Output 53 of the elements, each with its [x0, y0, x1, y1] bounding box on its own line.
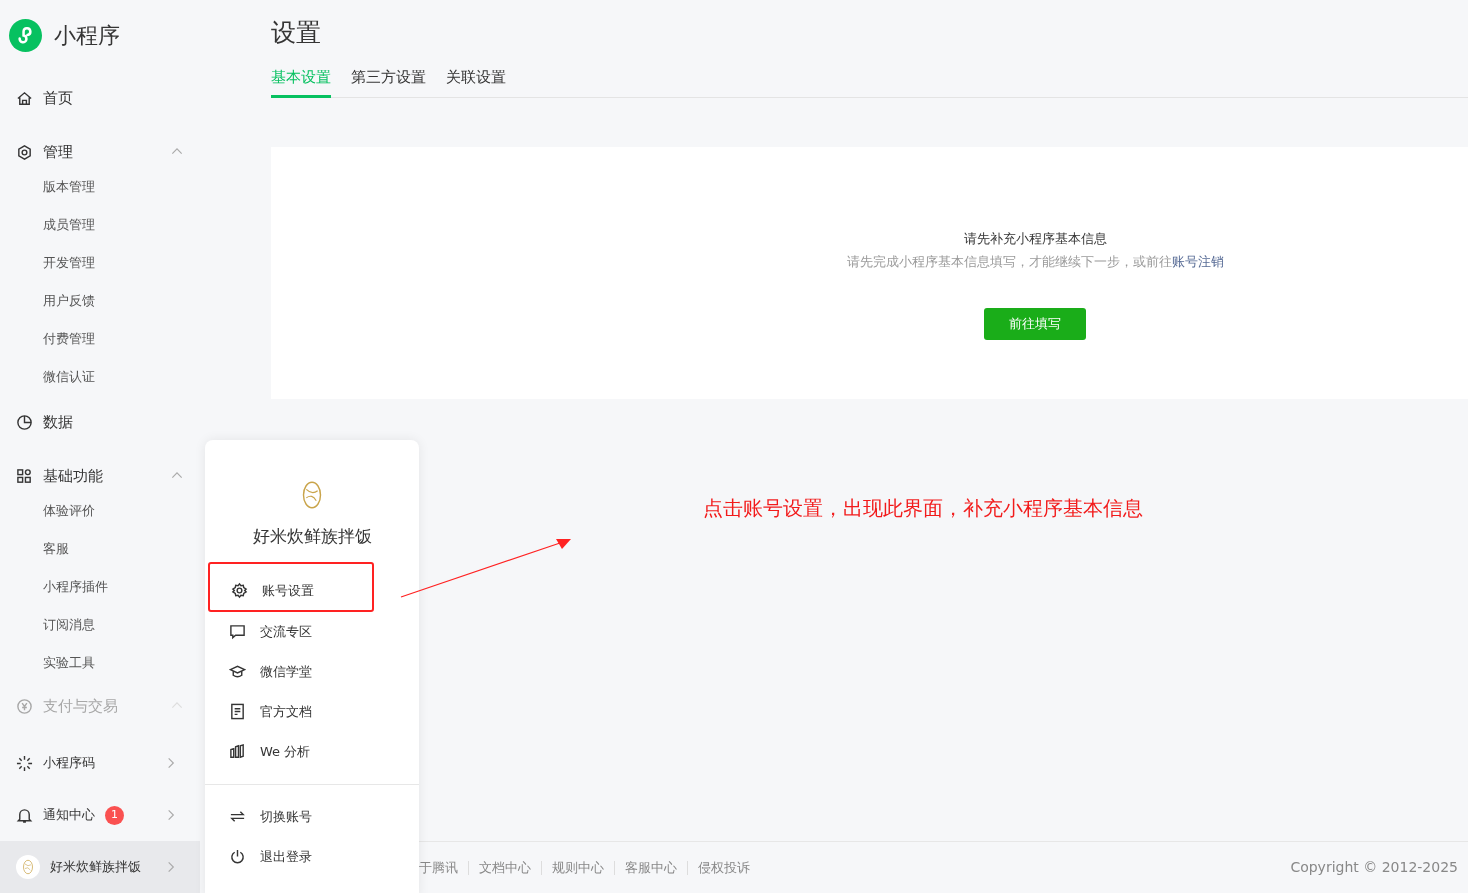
- yen-icon: [16, 697, 33, 715]
- sidebar-item[interactable]: 首页: [0, 86, 200, 110]
- notice-title: 请先补充小程序基本信息: [963, 229, 1107, 248]
- sidebar-subitem[interactable]: 付费管理: [0, 320, 200, 358]
- menu-item[interactable]: 交流专区: [205, 611, 419, 652]
- graduation-cap-icon: [229, 663, 246, 680]
- sidebar-subitem[interactable]: 成员管理: [0, 206, 200, 244]
- brand-title: 小程序: [54, 21, 120, 50]
- menu-item[interactable]: 退出登录: [205, 836, 419, 877]
- annotation-text: 点击账号设置，出现此界面，补充小程序基本信息: [703, 495, 1143, 522]
- menu-item[interactable]: 账号设置: [208, 561, 374, 612]
- sidebar-subitem[interactable]: 用户反馈: [0, 282, 200, 320]
- sidebar-subitem[interactable]: 小程序插件: [0, 568, 200, 606]
- menu-item[interactable]: 官方文档: [205, 691, 419, 732]
- sidebar-item[interactable]: 数据: [0, 410, 200, 434]
- page-title: 设置: [271, 18, 322, 48]
- copyright-text: Copyright © 2012-2025: [1290, 858, 1458, 877]
- account-cancel-link[interactable]: 账号注销: [1171, 254, 1224, 269]
- sidebar-subitem[interactable]: 实验工具: [0, 644, 200, 682]
- sidebar-subitem[interactable]: 订阅消息: [0, 606, 200, 644]
- sparkle-icon: [16, 754, 33, 772]
- settings-icon: [16, 143, 33, 161]
- menu-item[interactable]: 切换账号: [205, 796, 419, 837]
- settings-icon: [231, 582, 248, 599]
- sidebar-item[interactable]: 好米炊鲜族拌饭: [0, 841, 200, 893]
- menu-item[interactable]: 微信学堂: [205, 651, 419, 692]
- bar-chart-icon: [229, 743, 246, 760]
- chat-bubble-icon: [229, 623, 246, 640]
- footer-link[interactable]: 客服中心: [614, 860, 687, 875]
- sidebar-item[interactable]: 基础功能: [0, 464, 200, 488]
- footer-link[interactable]: 规则中心: [541, 860, 614, 875]
- footer-link[interactable]: 侵权投诉: [687, 860, 760, 875]
- pie-chart-icon: [16, 413, 33, 431]
- tab[interactable]: 第三方设置: [351, 66, 426, 98]
- tab[interactable]: 关联设置: [446, 66, 506, 98]
- document-icon: [229, 703, 246, 720]
- sidebar-subitem[interactable]: 开发管理: [0, 244, 200, 282]
- home-icon: [16, 89, 33, 107]
- power-icon: [229, 848, 246, 865]
- mini-program-logo-icon: [9, 18, 42, 52]
- grid-icon: [16, 467, 33, 485]
- account-name: 好米炊鲜族拌饭: [251, 525, 373, 548]
- notification-count-badge: 1: [105, 805, 124, 825]
- menu-item[interactable]: We 分析: [205, 731, 419, 772]
- sidebar-subitem[interactable]: 体验评价: [0, 492, 200, 530]
- sidebar-subitem[interactable]: 微信认证: [0, 358, 200, 396]
- notification-icon: [16, 806, 33, 824]
- sidebar-item[interactable]: 小程序码: [0, 737, 200, 789]
- sidebar-item[interactable]: 通知中心 1: [0, 789, 200, 841]
- sidebar-item[interactable]: 管理: [0, 140, 200, 164]
- footer-link[interactable]: 文档中心: [468, 860, 541, 875]
- sidebar-subitem[interactable]: 版本管理: [0, 168, 200, 206]
- sidebar-subitem[interactable]: 客服: [0, 530, 200, 568]
